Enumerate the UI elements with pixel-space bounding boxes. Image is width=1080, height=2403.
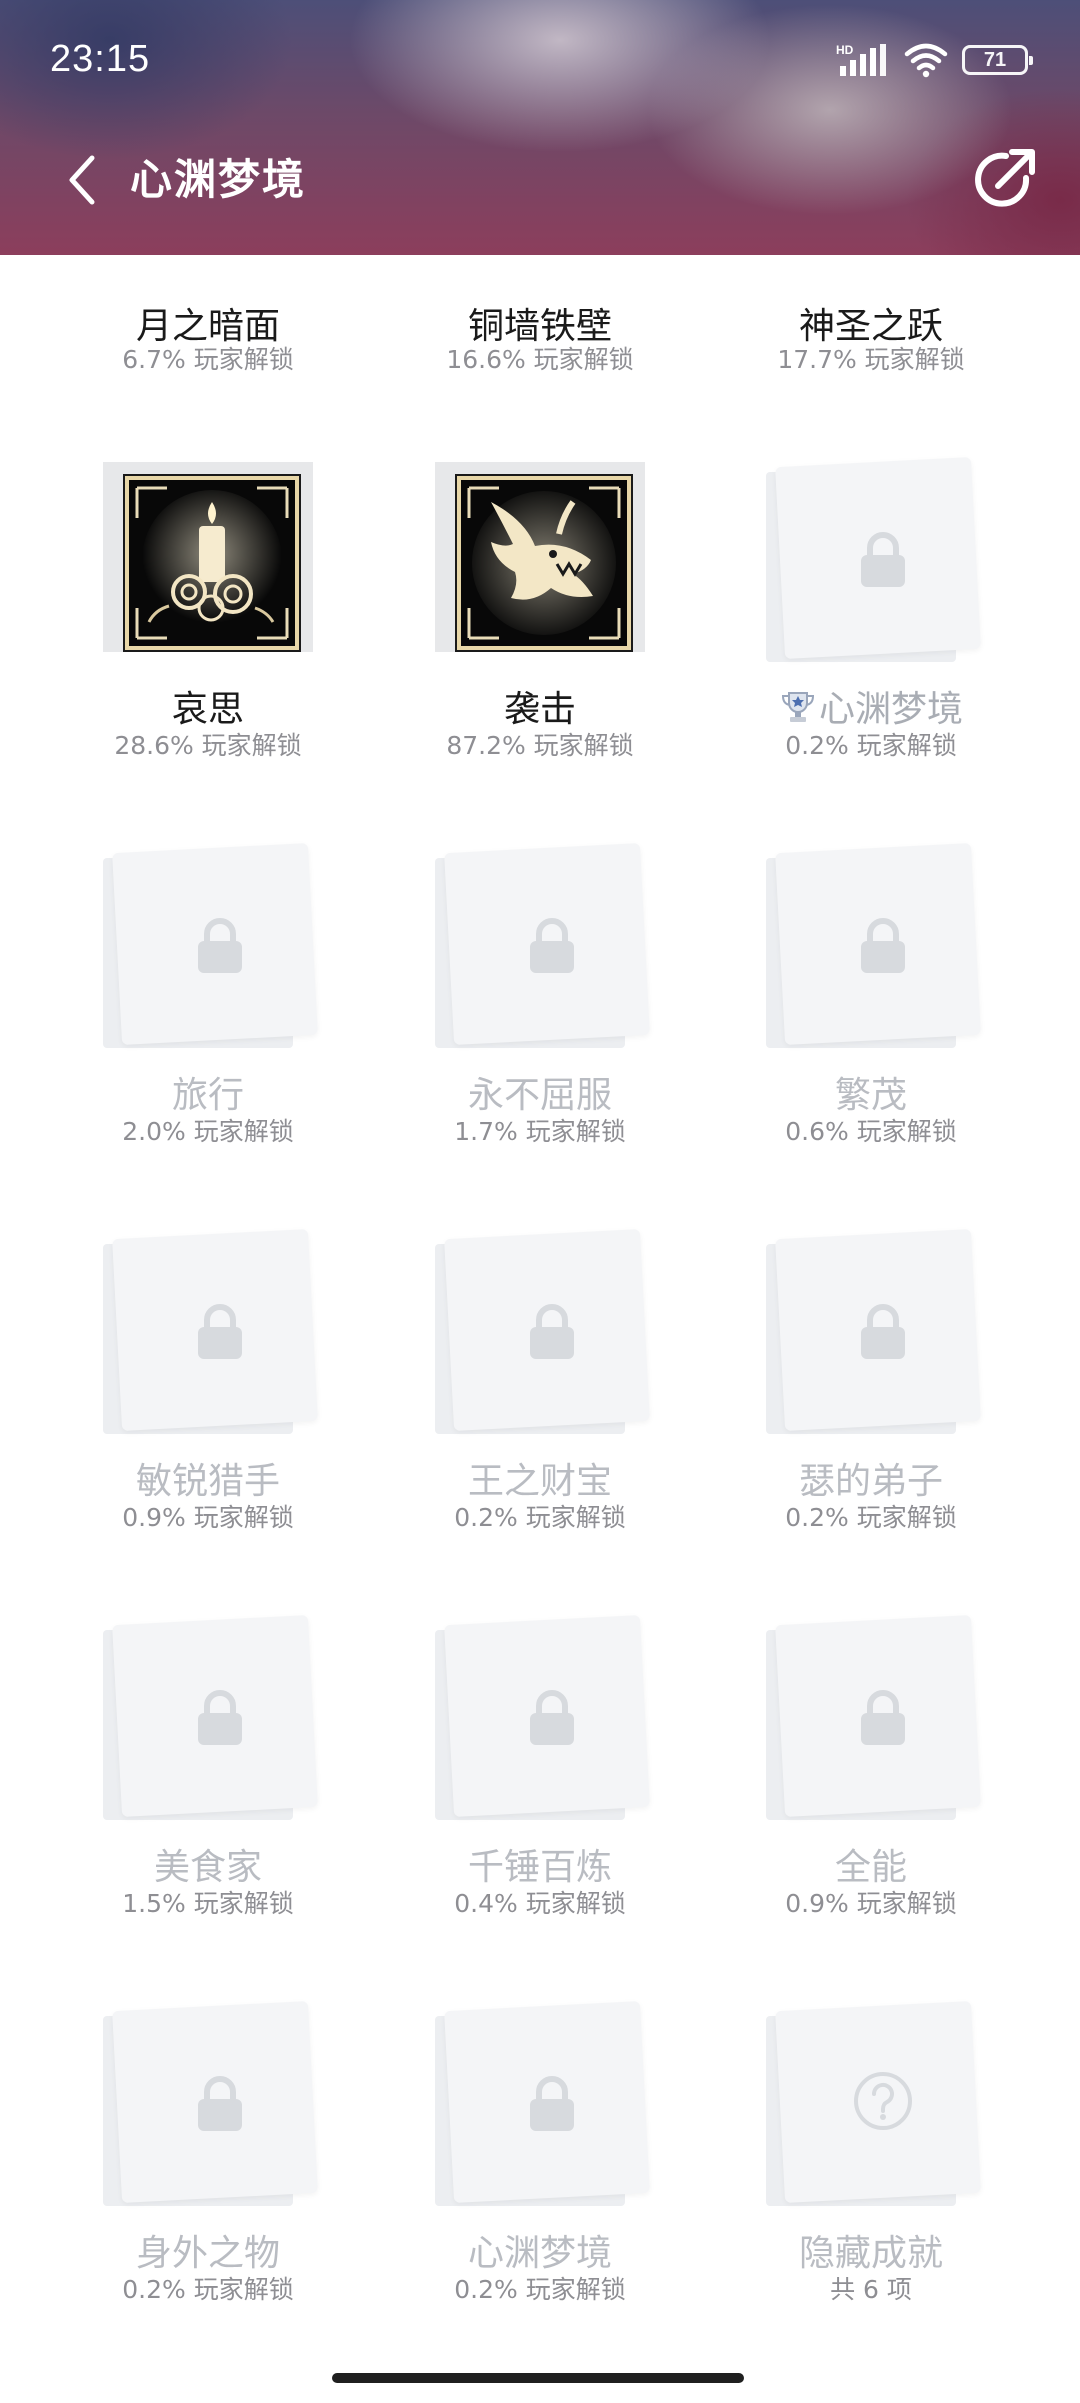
achievement-stat: 0.2% 玩家解锁: [454, 2275, 626, 2304]
achievement-name: 袭击: [503, 689, 576, 730]
lock-icon: [861, 1304, 905, 1359]
lock-icon: [198, 1304, 242, 1359]
share-icon: [975, 149, 1035, 207]
lock-icon: [198, 918, 242, 973]
achievement-stat: 0.2% 玩家解锁: [785, 1503, 957, 1532]
achievement-stat: 0.2% 玩家解锁: [454, 1503, 626, 1532]
achievement-card[interactable]: 袭击 87.2% 玩家解锁: [375, 462, 705, 842]
achievement-name: 美食家: [153, 1847, 262, 1888]
achievement-stat: 1.5% 玩家解锁: [122, 1889, 294, 1918]
achievement-card[interactable]: 敏锐猎手 0.9% 玩家解锁: [43, 1229, 373, 1614]
achievement-card[interactable]: 身外之物 0.2% 玩家解锁: [43, 2001, 373, 2386]
achievement-stat: 87.2% 玩家解锁: [446, 731, 634, 760]
locked-card: [435, 1615, 650, 1830]
achievement-name-text: 心渊梦境: [818, 689, 963, 730]
achievement-name: 永不屈服: [467, 1075, 612, 1116]
achievement-stat: 17.7% 玩家解锁: [777, 345, 965, 374]
status-icons: HD 71: [836, 40, 1033, 80]
app-header: 23:15 HD 71 心渊梦境: [0, 0, 1080, 255]
achievement-card[interactable]: 旅行 2.0% 玩家解锁: [43, 843, 373, 1228]
achievement-stat: 0.9% 玩家解锁: [122, 1503, 294, 1532]
hidden-count: 共 6 项: [830, 2275, 912, 2304]
dragon-head-icon: [461, 480, 627, 646]
achievement-card[interactable]: 瑟的弟子 0.2% 玩家解锁: [706, 1229, 1036, 1614]
status-bar: 23:15 HD 71: [0, 0, 1080, 120]
achievement-card[interactable]: 全能 0.9% 玩家解锁: [706, 1615, 1036, 2000]
achievement-stat: 1.7% 玩家解锁: [454, 1117, 626, 1146]
lock-icon: [530, 1304, 574, 1359]
achievement-stat: 0.9% 玩家解锁: [785, 1889, 957, 1918]
achievement-card[interactable]: 心渊梦境 0.2% 玩家解锁: [706, 457, 1036, 842]
achievement-name: 千锤百炼: [467, 1847, 612, 1888]
nav-bar: 心渊梦境: [0, 130, 1080, 230]
achievement-name: 旅行: [171, 1075, 244, 1116]
achievement-name: 王之财宝: [467, 1461, 612, 1502]
candle-roses-icon: [129, 480, 295, 646]
locked-card: [766, 843, 981, 1058]
achievement-stat: 6.7% 玩家解锁: [122, 345, 294, 374]
achievement-name: 心渊梦境: [706, 685, 1036, 735]
locked-card: [435, 1229, 650, 1444]
lock-icon: [198, 1690, 242, 1745]
achievement-stat: 28.6% 玩家解锁: [114, 731, 302, 760]
achievement-card[interactable]: 王之财宝 0.2% 玩家解锁: [375, 1229, 705, 1614]
question-mark-icon: [854, 2072, 912, 2130]
trophy-icon: [781, 692, 814, 722]
lock-icon: [198, 2076, 242, 2131]
locked-card: [766, 457, 981, 672]
battery-icon: 71: [962, 45, 1033, 75]
achievement-card[interactable]: 繁茂 0.6% 玩家解锁: [706, 843, 1036, 1228]
locked-card: [435, 2001, 650, 2216]
achievement-stat: 2.0% 玩家解锁: [122, 1117, 294, 1146]
lock-icon: [861, 918, 905, 973]
achievement-name: 瑟的弟子: [798, 1461, 943, 1502]
achievement-name: 隐藏成就: [798, 2233, 943, 2274]
status-time: 23:15: [50, 38, 151, 80]
back-button[interactable]: [52, 150, 112, 210]
battery-level: 71: [983, 48, 1007, 71]
lock-icon: [861, 1690, 905, 1745]
home-indicator[interactable]: [332, 2373, 744, 2383]
locked-card: [103, 2001, 318, 2216]
achievement-card[interactable]: 美食家 1.5% 玩家解锁: [43, 1615, 373, 2000]
lock-icon: [530, 1690, 574, 1745]
locked-card: [766, 1229, 981, 1444]
cellular-signal-icon: HD: [836, 43, 886, 76]
achievement-stat: 0.2% 玩家解锁: [122, 2275, 294, 2304]
network-label: HD: [836, 43, 854, 57]
wifi-icon: [904, 43, 948, 78]
achievement-stat: 16.6% 玩家解锁: [446, 345, 634, 374]
achievement-name: 繁茂: [834, 1075, 907, 1116]
lock-icon: [530, 918, 574, 973]
locked-card: [103, 843, 318, 1058]
locked-card: [766, 2001, 981, 2216]
page-title: 心渊梦境: [130, 155, 307, 204]
achievement-stat: 0.2% 玩家解锁: [785, 731, 957, 760]
achievement-card[interactable]: 千锤百炼 0.4% 玩家解锁: [375, 1615, 705, 2000]
chevron-left-icon: [69, 155, 95, 205]
achievement-card[interactable]: 永不屈服 1.7% 玩家解锁: [375, 843, 705, 1228]
achievement-stat: 0.4% 玩家解锁: [454, 1889, 626, 1918]
lock-icon: [530, 2076, 574, 2131]
achievement-card[interactable]: 哀思 28.6% 玩家解锁: [43, 462, 373, 842]
achievement-name: 敏锐猎手: [135, 1461, 280, 1502]
achievement-card[interactable]: 心渊梦境 0.2% 玩家解锁: [375, 2001, 705, 2386]
achievement-name: 身外之物: [135, 2233, 280, 2274]
achievement-name: 全能: [834, 1847, 907, 1888]
locked-card: [103, 1615, 318, 1830]
achievement-badge: [435, 462, 645, 672]
lock-icon: [861, 532, 905, 587]
hidden-achievements-card[interactable]: 隐藏成就 共 6 项: [706, 2001, 1036, 2386]
locked-card: [435, 843, 650, 1058]
achievement-name: 哀思: [171, 689, 244, 730]
locked-card: [103, 1229, 318, 1444]
achievement-grid: 月之暗面 6.7% 玩家解锁 铜墙铁壁 16.6% 玩家解锁 神圣之跃 17.7…: [0, 0, 1080, 2403]
achievement-stat: 0.6% 玩家解锁: [785, 1117, 957, 1146]
share-button[interactable]: [968, 144, 1040, 216]
achievement-badge: [103, 462, 313, 672]
locked-card: [766, 1615, 981, 1830]
achievement-name: 心渊梦境: [467, 2233, 612, 2274]
